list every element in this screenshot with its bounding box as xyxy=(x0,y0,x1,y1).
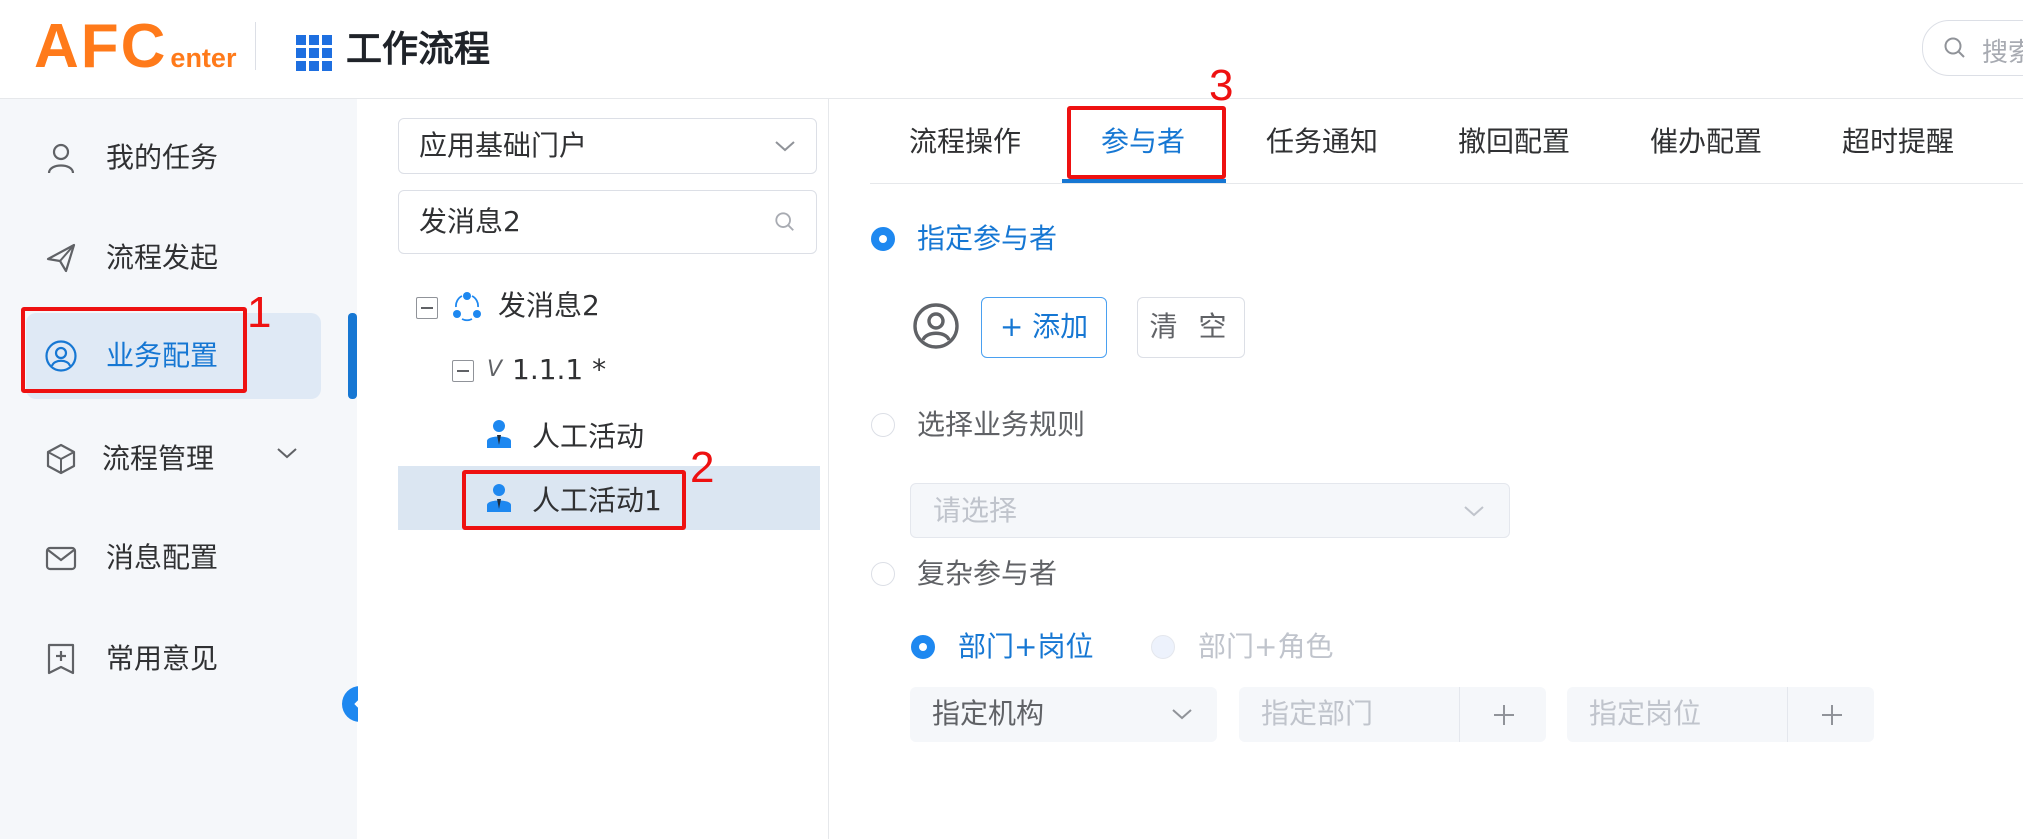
radio-complex-participants[interactable] xyxy=(871,562,895,586)
add-dept-plus-icon[interactable] xyxy=(1459,687,1546,742)
sidebar-item-label: 流程管理 xyxy=(102,442,215,475)
sidebar-item-process-start[interactable]: 流程发起 xyxy=(26,215,321,301)
clear-participants-button[interactable]: 清 空 xyxy=(1137,297,1245,358)
dept-picker-placeholder: 指定部门 xyxy=(1261,697,1374,730)
org-select-value: 指定机构 xyxy=(932,697,1045,730)
tree-search-value: 发消息2 xyxy=(419,205,521,238)
tab-withdraw-config[interactable]: 撤回配置 xyxy=(1458,118,1570,166)
tree-node-process[interactable]: 发消息2 xyxy=(498,286,600,326)
user-icon xyxy=(47,143,75,174)
sidebar-item-process-management[interactable]: 流程管理 xyxy=(26,416,321,502)
process-icon xyxy=(453,292,481,322)
annotation-label-1: 1 xyxy=(247,288,272,337)
sidebar-item-message-config[interactable]: 消息配置 xyxy=(26,515,321,601)
org-select[interactable]: 指定机构 xyxy=(910,687,1217,742)
tab-timeout-reminder[interactable]: 超时提醒 xyxy=(1842,118,1954,166)
annotation-box-2 xyxy=(462,470,686,530)
sidebar-item-label: 消息配置 xyxy=(106,541,219,574)
global-search-input[interactable]: 搜索 xyxy=(1922,20,2023,76)
chevron-down-icon xyxy=(1464,506,1484,517)
radio-label-complex[interactable]: 复杂参与者 xyxy=(917,552,1057,596)
app-select-value: 应用基础门户 xyxy=(419,129,588,162)
sidebar: 我的任务 流程发起 业务配置 流程管理 消息配置 常用意见 xyxy=(0,99,357,839)
app-grid-icon[interactable] xyxy=(296,35,332,71)
chevron-down-icon xyxy=(775,141,795,152)
radio-business-rule[interactable] xyxy=(871,413,895,437)
radio-label-specified[interactable]: 指定参与者 xyxy=(917,217,1057,261)
version-prefix: V xyxy=(487,357,503,382)
annotation-box-3 xyxy=(1067,106,1226,179)
sidebar-item-label: 流程发起 xyxy=(106,241,219,274)
app-title: 工作流程 xyxy=(346,29,491,70)
annotation-label-3: 3 xyxy=(1209,61,1234,110)
sidebar-item-label: 我的任务 xyxy=(106,141,219,174)
add-post-plus-icon[interactable] xyxy=(1787,687,1874,742)
search-placeholder: 搜索 xyxy=(1982,38,2023,68)
post-picker-placeholder: 指定岗位 xyxy=(1589,697,1702,730)
tabs-divider xyxy=(870,183,2023,184)
annotation-box-1 xyxy=(21,307,247,393)
add-participant-button[interactable]: + 添加 xyxy=(981,297,1107,358)
sidebar-active-indicator xyxy=(348,313,357,399)
search-icon xyxy=(1944,37,1965,58)
tree-collapse-toggle[interactable] xyxy=(452,360,474,382)
radio-label-dept-post[interactable]: 部门+岗位 xyxy=(958,625,1093,669)
mail-icon xyxy=(45,546,77,571)
radio-label-dept-role: 部门+角色 xyxy=(1198,630,1334,663)
search-icon xyxy=(775,212,794,231)
radio-label-business-rule[interactable]: 选择业务规则 xyxy=(917,403,1085,447)
annotation-label-2: 2 xyxy=(690,443,715,492)
chevron-down-icon[interactable] xyxy=(276,446,298,460)
active-tab-indicator xyxy=(1062,179,1226,183)
tab-urge-config[interactable]: 催办配置 xyxy=(1650,118,1762,166)
app-select[interactable]: 应用基础门户 xyxy=(398,118,817,174)
tree-node-activity[interactable]: 人工活动 xyxy=(532,417,644,457)
dept-picker[interactable]: 指定部门 xyxy=(1239,687,1546,742)
afcenter-logo[interactable]: AFC enter xyxy=(34,14,236,80)
person-activity-icon xyxy=(487,420,511,448)
tab-task-notification[interactable]: 任务通知 xyxy=(1266,118,1378,166)
tree-node-version[interactable]: 1.1.1 * xyxy=(512,350,606,390)
app-header: AFC enter 工作流程 搜索 xyxy=(0,0,2023,99)
header-divider xyxy=(255,22,256,70)
tab-process-operations[interactable]: 流程操作 xyxy=(909,118,1021,166)
radio-dept-role xyxy=(1151,635,1175,659)
business-rule-select: 请选择 xyxy=(910,483,1510,538)
cube-icon xyxy=(46,443,76,475)
tree-search-input[interactable]: 发消息2 xyxy=(398,190,817,254)
sidebar-item-common-opinions[interactable]: 常用意见 xyxy=(26,616,321,702)
avatar-icon xyxy=(913,303,959,349)
radio-specified-participants[interactable] xyxy=(871,227,895,251)
tree-collapse-toggle[interactable] xyxy=(416,297,438,319)
radio-dept-post[interactable] xyxy=(911,635,935,659)
rocket-icon xyxy=(46,243,76,273)
sidebar-item-my-tasks[interactable]: 我的任务 xyxy=(26,115,321,201)
sidebar-item-label: 常用意见 xyxy=(106,642,219,675)
business-rule-placeholder: 请选择 xyxy=(933,494,1018,527)
chevron-down-icon xyxy=(1172,709,1192,720)
post-picker[interactable]: 指定岗位 xyxy=(1567,687,1874,742)
note-add-icon xyxy=(47,643,75,675)
